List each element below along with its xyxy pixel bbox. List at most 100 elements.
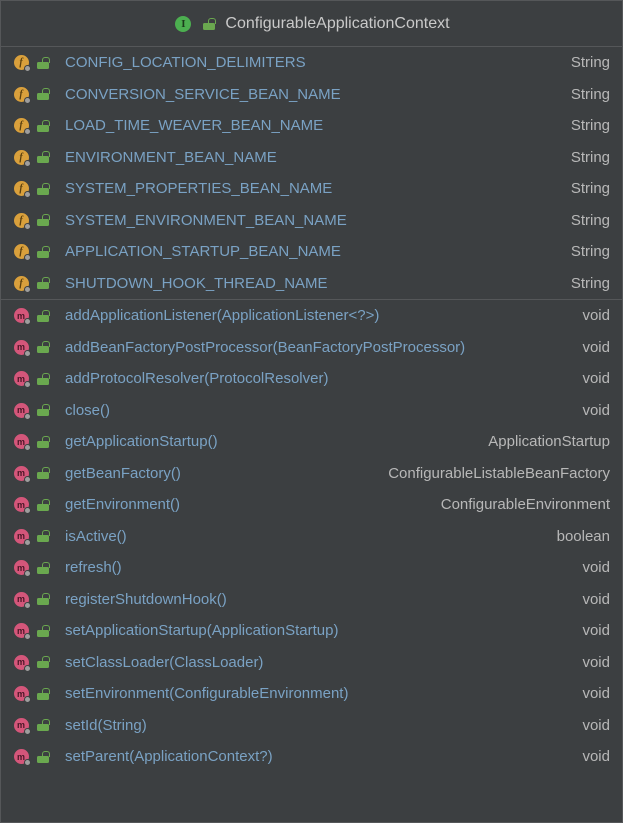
field-type: String bbox=[571, 275, 610, 292]
method-return-type: void bbox=[582, 339, 610, 356]
method-name: getApplicationStartup() bbox=[65, 433, 218, 450]
method-row[interactable]: m isActive() boolean bbox=[1, 521, 622, 553]
method-icon: m bbox=[11, 560, 31, 576]
method-return-type: ConfigurableEnvironment bbox=[441, 496, 610, 513]
lock-icon bbox=[33, 749, 53, 765]
method-return-type: void bbox=[582, 370, 610, 387]
lock-icon bbox=[33, 717, 53, 733]
method-row[interactable]: m addApplicationListener(ApplicationList… bbox=[1, 300, 622, 332]
field-name: CONVERSION_SERVICE_BEAN_NAME bbox=[65, 86, 341, 103]
method-icon: m bbox=[11, 591, 31, 607]
method-row[interactable]: m setParent(ApplicationContext?) void bbox=[1, 741, 622, 773]
lock-icon bbox=[33, 244, 53, 260]
method-name: setClassLoader(ClassLoader) bbox=[65, 654, 263, 671]
method-name: setParent(ApplicationContext?) bbox=[65, 748, 273, 765]
field-row[interactable]: f SYSTEM_PROPERTIES_BEAN_NAME String bbox=[1, 173, 622, 205]
field-row[interactable]: f CONVERSION_SERVICE_BEAN_NAME String bbox=[1, 79, 622, 111]
method-name: setId(String) bbox=[65, 717, 147, 734]
field-icon: f bbox=[11, 149, 31, 165]
method-row[interactable]: m refresh() void bbox=[1, 552, 622, 584]
lock-icon bbox=[33, 623, 53, 639]
class-structure-panel: I ConfigurableApplicationContext f CONFI… bbox=[0, 0, 623, 823]
lock-icon bbox=[33, 149, 53, 165]
method-row[interactable]: m getBeanFactory() ConfigurableListableB… bbox=[1, 458, 622, 490]
field-row[interactable]: f LOAD_TIME_WEAVER_BEAN_NAME String bbox=[1, 110, 622, 142]
lock-icon bbox=[33, 528, 53, 544]
method-icon: m bbox=[11, 371, 31, 387]
field-type: String bbox=[571, 180, 610, 197]
method-row[interactable]: m setClassLoader(ClassLoader) void bbox=[1, 647, 622, 679]
field-icon: f bbox=[11, 275, 31, 291]
method-name: refresh() bbox=[65, 559, 122, 576]
field-row[interactable]: f SHUTDOWN_HOOK_THREAD_NAME String bbox=[1, 268, 622, 300]
method-icon: m bbox=[11, 308, 31, 324]
interface-icon: I bbox=[173, 16, 193, 32]
method-return-type: void bbox=[582, 307, 610, 324]
lock-icon bbox=[33, 275, 53, 291]
method-icon: m bbox=[11, 749, 31, 765]
field-name: APPLICATION_STARTUP_BEAN_NAME bbox=[65, 243, 341, 260]
lock-icon bbox=[33, 339, 53, 355]
method-name: registerShutdownHook() bbox=[65, 591, 227, 608]
method-icon: m bbox=[11, 717, 31, 733]
lock-icon bbox=[33, 497, 53, 513]
method-icon: m bbox=[11, 402, 31, 418]
method-return-type: ApplicationStartup bbox=[488, 433, 610, 450]
method-row[interactable]: m addBeanFactoryPostProcessor(BeanFactor… bbox=[1, 332, 622, 364]
field-name: ENVIRONMENT_BEAN_NAME bbox=[65, 149, 277, 166]
method-row[interactable]: m getApplicationStartup() ApplicationSta… bbox=[1, 426, 622, 458]
field-icon: f bbox=[11, 118, 31, 134]
field-name: LOAD_TIME_WEAVER_BEAN_NAME bbox=[65, 117, 323, 134]
method-icon: m bbox=[11, 686, 31, 702]
methods-section: m addApplicationListener(ApplicationList… bbox=[1, 300, 622, 773]
method-row[interactable]: m setEnvironment(ConfigurableEnvironment… bbox=[1, 678, 622, 710]
method-row[interactable]: m getEnvironment() ConfigurableEnvironme… bbox=[1, 489, 622, 521]
lock-icon bbox=[33, 560, 53, 576]
method-return-type: void bbox=[582, 685, 610, 702]
method-return-type: void bbox=[582, 559, 610, 576]
class-header[interactable]: I ConfigurableApplicationContext bbox=[1, 1, 622, 47]
field-type: String bbox=[571, 149, 610, 166]
method-icon: m bbox=[11, 339, 31, 355]
field-type: String bbox=[571, 86, 610, 103]
method-row[interactable]: m addProtocolResolver(ProtocolResolver) … bbox=[1, 363, 622, 395]
method-return-type: void bbox=[582, 717, 610, 734]
field-row[interactable]: f APPLICATION_STARTUP_BEAN_NAME String bbox=[1, 236, 622, 268]
method-row[interactable]: m setApplicationStartup(ApplicationStart… bbox=[1, 615, 622, 647]
method-return-type: void bbox=[582, 748, 610, 765]
method-name: close() bbox=[65, 402, 110, 419]
lock-icon bbox=[33, 686, 53, 702]
lock-icon bbox=[199, 16, 219, 32]
method-icon: m bbox=[11, 465, 31, 481]
method-return-type: void bbox=[582, 591, 610, 608]
field-name: CONFIG_LOCATION_DELIMITERS bbox=[65, 54, 306, 71]
lock-icon bbox=[33, 55, 53, 71]
method-row[interactable]: m setId(String) void bbox=[1, 710, 622, 742]
lock-icon bbox=[33, 654, 53, 670]
lock-icon bbox=[33, 86, 53, 102]
method-row[interactable]: m registerShutdownHook() void bbox=[1, 584, 622, 616]
lock-icon bbox=[33, 181, 53, 197]
field-row[interactable]: f SYSTEM_ENVIRONMENT_BEAN_NAME String bbox=[1, 205, 622, 237]
method-icon: m bbox=[11, 528, 31, 544]
method-name: setEnvironment(ConfigurableEnvironment) bbox=[65, 685, 348, 702]
method-return-type: boolean bbox=[557, 528, 610, 545]
lock-icon bbox=[33, 371, 53, 387]
field-name: SYSTEM_PROPERTIES_BEAN_NAME bbox=[65, 180, 332, 197]
method-name: isActive() bbox=[65, 528, 127, 545]
field-type: String bbox=[571, 117, 610, 134]
method-return-type: ConfigurableListableBeanFactory bbox=[388, 465, 610, 482]
field-type: String bbox=[571, 212, 610, 229]
method-name: addProtocolResolver(ProtocolResolver) bbox=[65, 370, 328, 387]
lock-icon bbox=[33, 434, 53, 450]
method-row[interactable]: m close() void bbox=[1, 395, 622, 427]
lock-icon bbox=[33, 465, 53, 481]
method-name: setApplicationStartup(ApplicationStartup… bbox=[65, 622, 339, 639]
field-row[interactable]: f ENVIRONMENT_BEAN_NAME String bbox=[1, 142, 622, 174]
method-icon: m bbox=[11, 623, 31, 639]
field-type: String bbox=[571, 54, 610, 71]
lock-icon bbox=[33, 212, 53, 228]
class-title: ConfigurableApplicationContext bbox=[225, 15, 449, 33]
method-return-type: void bbox=[582, 622, 610, 639]
field-row[interactable]: f CONFIG_LOCATION_DELIMITERS String bbox=[1, 47, 622, 79]
